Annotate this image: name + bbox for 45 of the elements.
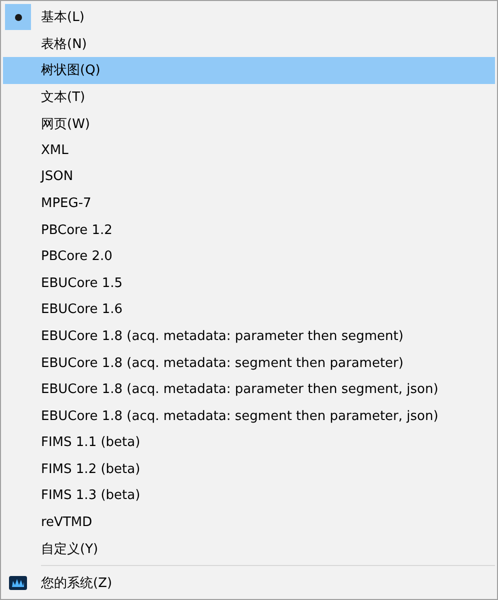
menu-item-label: EBUCore 1.8 (acq. metadata: segment then parameter, json) bbox=[41, 408, 438, 424]
menu-item[interactable]: 自定义(Y) bbox=[3, 536, 495, 562]
menu-item-label: PBCore 1.2 bbox=[41, 222, 112, 238]
menu-item-label: 文本(T) bbox=[41, 89, 86, 106]
menu-item-label: FIMS 1.3 (beta) bbox=[41, 488, 140, 504]
menu-item[interactable]: MPEG-7 bbox=[3, 190, 495, 217]
menu-item-label: 树状图(Q) bbox=[41, 62, 100, 80]
menu-item-label: EBUCore 1.8 (acq. metadata: parameter then segment, json) bbox=[41, 382, 438, 398]
menu-item[interactable]: 树状图(Q) bbox=[3, 57, 495, 84]
menu-item[interactable]: PBCore 1.2 bbox=[3, 216, 495, 244]
menu-item[interactable]: 您的系统(Z) bbox=[3, 569, 495, 596]
menu-item[interactable]: FIMS 1.3 (beta) bbox=[3, 482, 495, 510]
app-icon bbox=[9, 576, 27, 590]
menu-item[interactable]: EBUCore 1.5 bbox=[3, 270, 495, 297]
menu-item-label: MPEG-7 bbox=[41, 196, 92, 211]
menu-item-label: 自定义(Y) bbox=[41, 541, 98, 558]
menu-item-label: 基本(L) bbox=[41, 9, 84, 26]
menu-item[interactable]: 网页(W) bbox=[3, 110, 495, 137]
menu-item[interactable]: EBUCore 1.6 bbox=[3, 296, 495, 324]
menu-item[interactable]: XML bbox=[3, 136, 495, 164]
menu-item[interactable]: EBUCore 1.8 (acq. metadata: parameter then segment) bbox=[3, 323, 495, 350]
menu-item-label: reVTMD bbox=[41, 515, 92, 530]
menu-item-label: 表格(N) bbox=[41, 36, 87, 53]
menu-item-label: JSON bbox=[41, 169, 74, 184]
menu-item-label: XML bbox=[41, 142, 68, 158]
menu-item-label: FIMS 1.2 (beta) bbox=[41, 462, 140, 477]
menu-item[interactable]: FIMS 1.2 (beta) bbox=[3, 456, 495, 483]
menu-item-label: EBUCore 1.8 (acq. metadata: segment then parameter) bbox=[41, 356, 404, 371]
menu-item[interactable]: FIMS 1.1 (beta) bbox=[3, 430, 495, 456]
menu-item[interactable]: EBUCore 1.8 (acq. metadata: parameter then segment, json) bbox=[3, 376, 495, 403]
menu-item-label: EBUCore 1.5 bbox=[41, 276, 123, 291]
menu-item[interactable]: JSON bbox=[3, 164, 495, 190]
menu-item-label: FIMS 1.1 (beta) bbox=[41, 435, 140, 450]
menu-item-label: EBUCore 1.6 bbox=[41, 302, 123, 318]
menu-item-label: EBUCore 1.8 (acq. metadata: parameter then segment) bbox=[41, 328, 404, 344]
menu-item[interactable]: EBUCore 1.8 (acq. metadata: segment then parameter, json) bbox=[3, 402, 495, 430]
menu-item-label: 网页(W) bbox=[41, 116, 90, 133]
menu-item-label: 您的系统(Z) bbox=[41, 574, 112, 592]
menu-item[interactable]: 文本(T) bbox=[3, 84, 495, 110]
menu-item[interactable]: reVTMD bbox=[3, 509, 495, 536]
menu-item[interactable]: PBCore 2.0 bbox=[3, 243, 495, 270]
menu-item[interactable]: 表格(N) bbox=[3, 30, 495, 58]
menu-item-label: PBCore 2.0 bbox=[41, 249, 112, 264]
menu-item[interactable]: 基本(L) bbox=[3, 4, 495, 31]
menu-item[interactable]: EBUCore 1.8 (acq. metadata: segment then parameter) bbox=[3, 350, 495, 376]
